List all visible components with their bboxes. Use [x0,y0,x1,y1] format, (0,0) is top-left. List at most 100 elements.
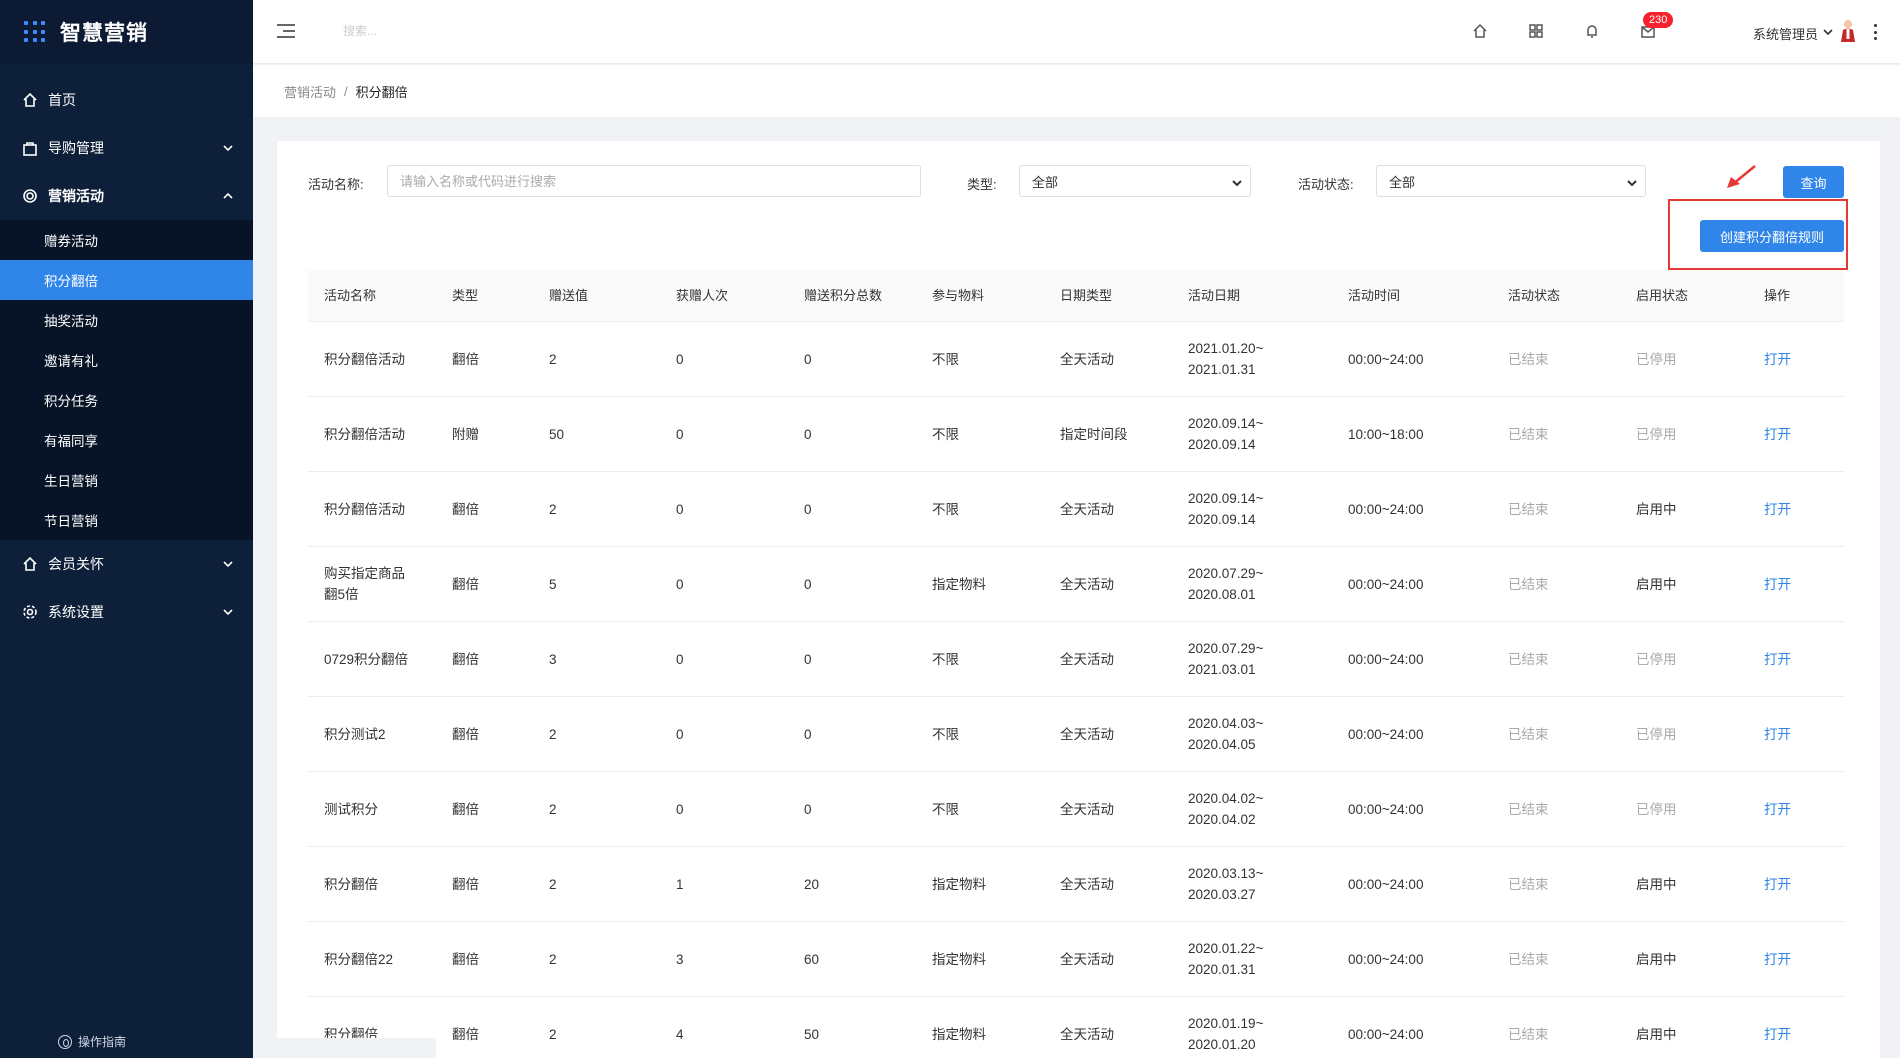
guide-link[interactable]: 操作指南 [58,1033,126,1050]
avatar[interactable] [1838,18,1858,44]
sidebar-subitem-invite[interactable]: 邀请有礼 [0,340,253,380]
column-header: 参与物料 [932,288,985,303]
cell-date: 2020.01.22~ 2020.01.31 [1172,938,1332,980]
cell-type: 翻倍 [452,1026,479,1042]
message-icon[interactable]: 230 [1639,12,1674,42]
sidebar-item-home[interactable]: 首页 [0,76,253,124]
breadcrumb: 营销活动 / 积分翻倍 [253,65,1900,117]
cell-material: 不限 [932,351,959,367]
cell-date-start: 2021.01.20~ [1188,341,1264,356]
sidebar-subitem-birthday[interactable]: 生日营销 [0,460,253,500]
cell-date-end: 2020.09.14 [1188,512,1256,527]
create-rule-button[interactable]: 创建积分翻倍规则 [1700,220,1844,252]
user-menu[interactable]: 系统管理员 [1753,24,1834,43]
cell-date: 2020.01.19~ 2020.01.20 [1172,1013,1332,1055]
cell-time: 00:00~24:00 [1348,951,1424,967]
sidebar-item-label: 导购管理 [48,140,104,156]
column-header: 活动状态 [1508,288,1561,303]
cell-name: 积分翻倍 [324,876,378,892]
status-select[interactable]: 全部 [1376,165,1646,197]
cell-date: 2020.04.03~ 2020.04.05 [1172,713,1332,755]
open-link[interactable]: 打开 [1748,649,1844,670]
cell-total: 20 [804,876,820,892]
column-header: 活动日期 [1188,288,1241,303]
more-vertical-icon[interactable] [1874,24,1878,40]
sidebar-subitem-holiday[interactable]: 节日营销 [0,500,253,540]
query-button[interactable]: 查询 [1783,166,1844,198]
cell-count: 0 [676,651,684,667]
open-link[interactable]: 打开 [1748,349,1844,370]
cell-status: 已结束 [1508,351,1549,367]
cell-date-type: 全天活动 [1060,1026,1114,1042]
cell-status: 已结束 [1508,651,1549,667]
cell-date-start: 2020.09.14~ [1188,416,1264,431]
cell-value: 5 [549,576,557,592]
open-link[interactable]: 打开 [1748,799,1844,820]
activity-table: 活动名称 类型 赠送值 获赠人次 赠送积分总数 参与物料 日期类型 活动日期 活… [308,270,1844,1058]
sidebar-subitem-coupon[interactable]: 赠券活动 [0,220,253,260]
cell-count: 3 [676,951,684,967]
type-select[interactable]: 全部 [1019,165,1251,197]
cell-total: 0 [804,651,812,667]
search-input[interactable] [343,24,543,38]
logo[interactable]: 智慧营销 [0,0,253,64]
open-link[interactable]: 打开 [1748,499,1844,520]
open-link[interactable]: 打开 [1748,1024,1844,1045]
open-link[interactable]: 打开 [1748,949,1844,970]
sidebar-subitem-points-task[interactable]: 积分任务 [0,380,253,420]
cell-time: 00:00~24:00 [1348,651,1424,667]
apps-icon[interactable] [1527,22,1547,42]
name-search-input[interactable] [387,165,921,197]
cell-type: 翻倍 [452,726,479,742]
sidebar-item-label: 系统设置 [48,604,104,620]
breadcrumb-parent[interactable]: 营销活动 [284,82,336,101]
cell-date-type: 全天活动 [1060,951,1114,967]
cell-time: 00:00~24:00 [1348,801,1424,817]
cell-time: 00:00~24:00 [1348,726,1424,742]
bell-icon[interactable] [1583,22,1603,42]
sidebar-subitem-lottery[interactable]: 抽奖活动 [0,300,253,340]
cell-date-start: 2020.07.29~ [1188,566,1264,581]
cell-date-start: 2020.04.03~ [1188,716,1264,731]
cell-date-end: 2021.03.01 [1188,662,1256,677]
chevron-down-icon [1232,176,1242,187]
guide-label: 操作指南 [78,1035,127,1049]
chevron-down-icon [1627,176,1637,187]
open-link[interactable]: 打开 [1748,724,1844,745]
menu-toggle-icon[interactable] [277,24,295,38]
column-header: 赠送值 [549,288,589,303]
column-header: 日期类型 [1060,288,1113,303]
home-icon[interactable] [1471,22,1491,42]
table-row: 0729积分翻倍 翻倍 3 0 0 不限 全天活动 2020.07.29~ 2021.03.01… [308,622,1844,697]
cell-date-type: 全天活动 [1060,576,1114,592]
sidebar-subitem-points-double[interactable]: 积分翻倍 [0,260,253,300]
cell-count: 0 [676,501,684,517]
cell-name-line: 翻5倍 [324,587,359,602]
cell-material: 不限 [932,801,959,817]
cell-date-type: 全天活动 [1060,876,1114,892]
open-link[interactable]: 打开 [1748,574,1844,595]
cell-name: 积分翻倍22 [324,951,394,967]
sidebar-item-member-care[interactable]: 会员关怀 [0,540,253,588]
cell-total: 0 [804,801,812,817]
sidebar-subitem-share[interactable]: 有福同享 [0,420,253,460]
cell-date-start: 2020.01.22~ [1188,941,1264,956]
sidebar-item-marketing[interactable]: 营销活动 [0,172,253,220]
cell-value: 2 [549,1026,557,1042]
home-icon [22,92,38,108]
gear-icon [22,604,38,620]
open-link[interactable]: 打开 [1748,874,1844,895]
table-body: 积分翻倍活动 翻倍 2 0 0 不限 全天活动 2021.01.20~ 2021.01.31 00… [308,322,1844,1058]
cell-enabled: 启用中 [1636,501,1677,517]
status-select-value: 全部 [1389,174,1416,190]
cell-name: 积分翻倍活动 [324,426,405,442]
sidebar-item-settings[interactable]: 系统设置 [0,588,253,636]
open-link[interactable]: 打开 [1748,424,1844,445]
cell-total: 0 [804,351,812,367]
cell-value: 2 [549,876,557,892]
table-row: 购买指定商品 翻5倍 翻倍 5 0 0 指定物料 全天活动 2020.07.29~ 2020.08… [308,547,1844,622]
sidebar-item-guide-management[interactable]: 导购管理 [0,124,253,172]
cell-date-end: 2020.09.14 [1188,437,1256,452]
chevron-down-icon [221,605,235,619]
cell-enabled: 已停用 [1636,426,1677,442]
